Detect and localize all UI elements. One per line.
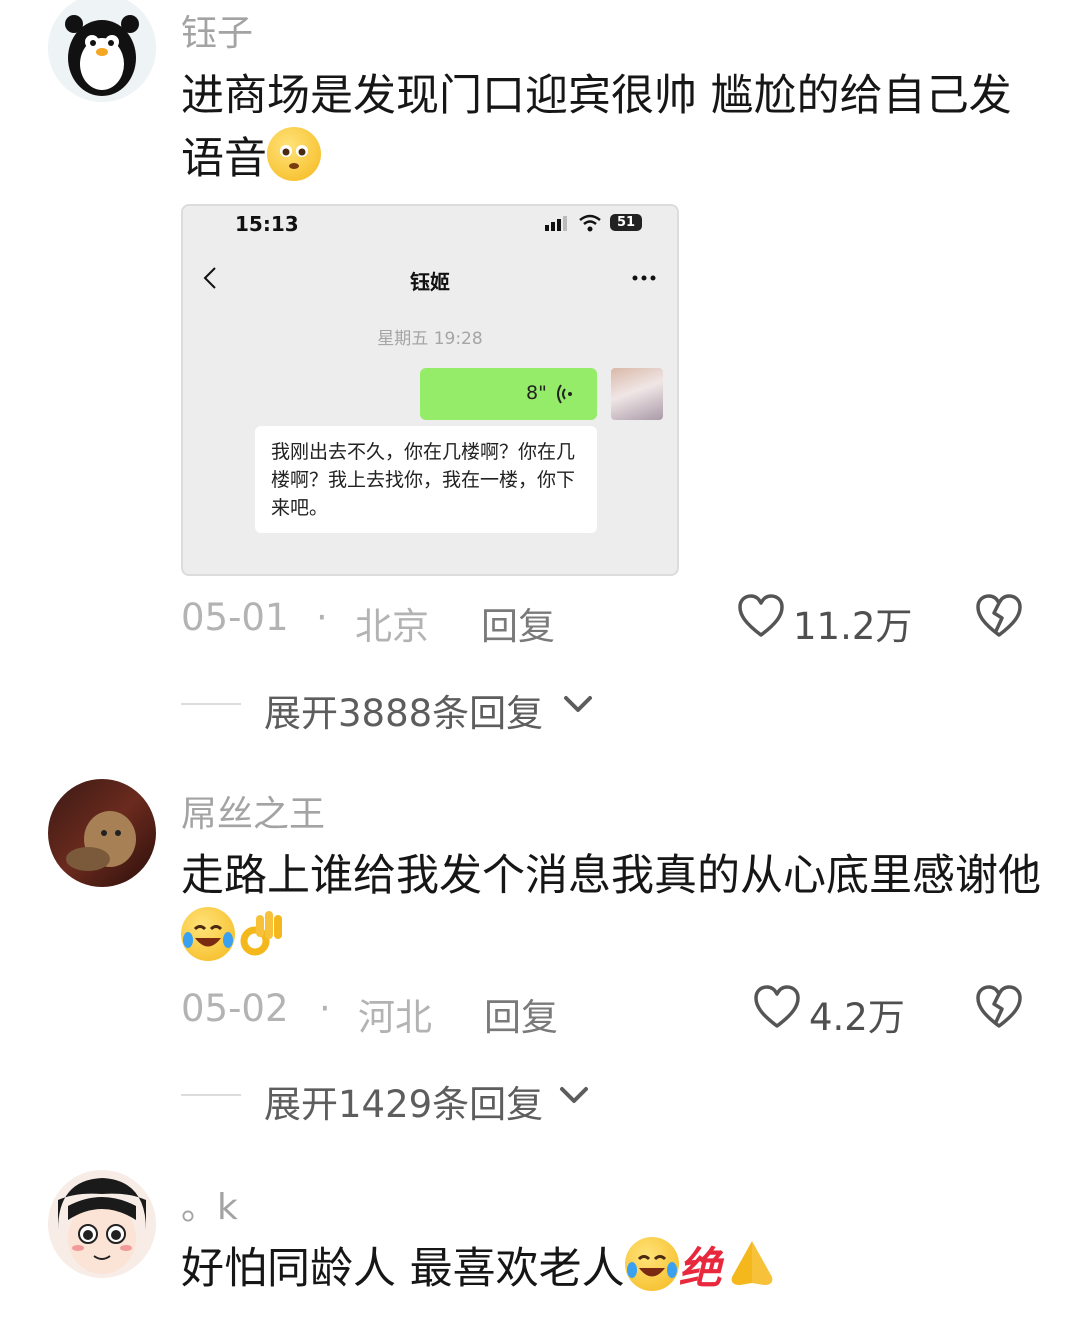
like-count: 11.2万 bbox=[793, 605, 913, 648]
expand-divider bbox=[181, 1094, 241, 1096]
laughing-crying-emoji-icon bbox=[624, 1237, 679, 1291]
dot-separator: · bbox=[316, 596, 328, 639]
comment-text: 好怕同龄人 最喜欢老人 绝 bbox=[181, 1237, 1041, 1300]
more-dots-icon[interactable] bbox=[631, 274, 657, 282]
broken-heart-icon[interactable] bbox=[975, 984, 1023, 1030]
transcribed-text: 我刚出去不久，你在几楼啊？你在几楼啊？我上去找你，我在一楼，你下来吧。 bbox=[271, 441, 576, 519]
cartoon-girl-avatar-image bbox=[58, 1178, 146, 1274]
comment-username[interactable]: 钰子 bbox=[181, 4, 253, 56]
battery-level: 51 bbox=[616, 215, 636, 230]
laughing-crying-emoji-icon bbox=[181, 907, 235, 961]
broken-heart-icon[interactable] bbox=[975, 593, 1023, 639]
cat-avatar-image bbox=[66, 811, 136, 871]
dot-separator: · bbox=[319, 987, 331, 1030]
folded-hands-emoji-icon bbox=[722, 1237, 782, 1291]
jue-sticker-text: 绝 bbox=[678, 1244, 722, 1294]
comment-text-content: 好怕同龄人 最喜欢老人 bbox=[181, 1244, 625, 1294]
status-time: 15:13 bbox=[235, 212, 299, 236]
comment-date: 05-01 bbox=[181, 596, 289, 639]
chevron-down-icon[interactable] bbox=[559, 1085, 589, 1105]
ok-hand-emoji-icon bbox=[235, 907, 289, 961]
battery-icon: 51 bbox=[610, 214, 642, 231]
chevron-down-icon[interactable] bbox=[563, 694, 593, 714]
comment-text: 走路上谁给我发个消息我真的从心底里感谢他 bbox=[181, 846, 1041, 970]
avatar[interactable] bbox=[48, 1170, 156, 1278]
comment-text: 进商场是发现门口迎宾很帅 尴尬的给自己发语音 bbox=[181, 66, 1041, 190]
chat-screenshot-image[interactable]: 15:13 51 钰姬 星期五 19:28 8" 我刚出去不久，你在几楼啊？你在… bbox=[181, 204, 679, 576]
avatar[interactable] bbox=[48, 0, 156, 102]
voice-wave-icon bbox=[557, 384, 572, 404]
transcribed-text-bubble: 我刚出去不久，你在几楼啊？你在几楼啊？我上去找你，我在一楼，你下来吧。 bbox=[255, 426, 597, 533]
comment-location: 河北 bbox=[358, 996, 432, 1039]
reply-button[interactable]: 回复 bbox=[484, 987, 558, 1041]
wifi-icon bbox=[579, 214, 601, 232]
signal-icon bbox=[545, 216, 567, 231]
comment-username[interactable]: 屌丝之王 bbox=[181, 785, 325, 837]
comment-location: 北京 bbox=[355, 605, 429, 648]
voice-message-bubble[interactable]: 8" bbox=[420, 368, 597, 420]
chat-title: 钰姬 bbox=[410, 270, 450, 294]
expand-replies-button[interactable]: 展开1429条回复 bbox=[264, 1074, 543, 1128]
chat-date-label: 星期五 19:28 bbox=[377, 329, 483, 349]
comment-date: 05-02 bbox=[181, 987, 289, 1030]
comment-username[interactable]: 。k bbox=[181, 1178, 238, 1230]
heart-outline-icon[interactable] bbox=[737, 593, 785, 639]
sender-avatar[interactable] bbox=[611, 368, 663, 420]
avatar[interactable] bbox=[48, 779, 156, 887]
expand-divider bbox=[181, 703, 241, 705]
reply-button[interactable]: 回复 bbox=[481, 596, 555, 650]
like-count: 4.2万 bbox=[809, 996, 905, 1039]
expand-replies-button[interactable]: 展开3888条回复 bbox=[264, 683, 543, 737]
comment-text-content: 走路上谁给我发个消息我真的从心底里感谢他 bbox=[181, 851, 1041, 901]
voice-duration: 8" bbox=[526, 382, 547, 404]
heart-outline-icon[interactable] bbox=[753, 984, 801, 1030]
pleading-face-emoji-icon bbox=[267, 127, 321, 181]
penguin-avatar-image bbox=[48, 0, 156, 102]
